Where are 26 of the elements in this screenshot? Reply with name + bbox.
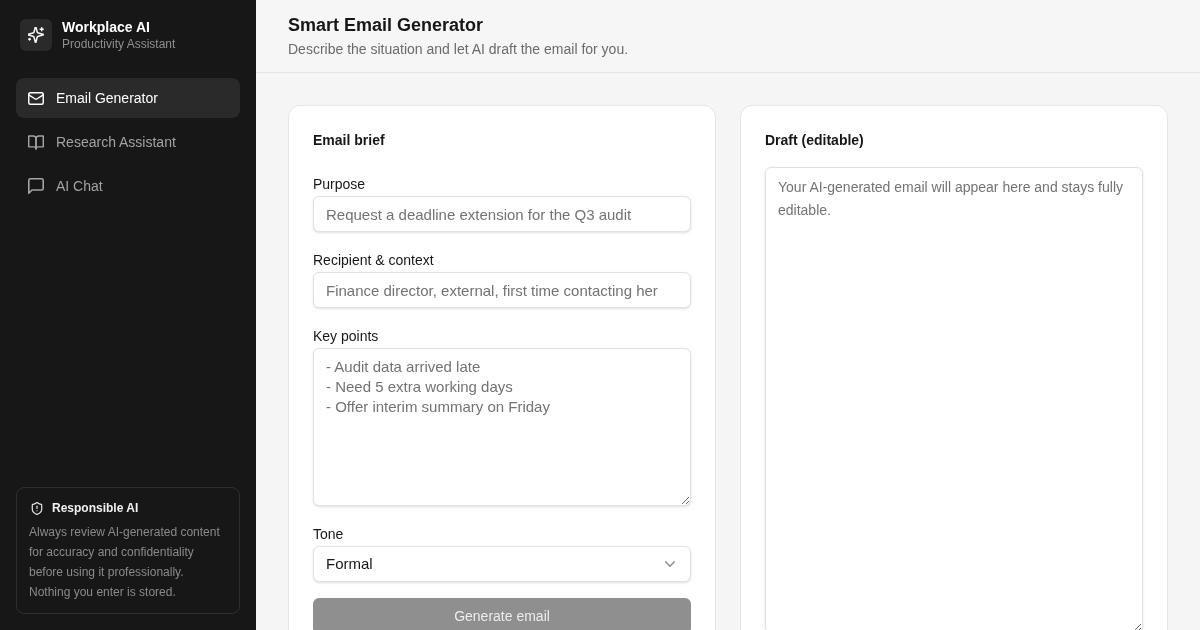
chevron-down-icon — [665, 561, 675, 567]
nav-item[interactable]: AI Chat — [16, 166, 240, 206]
brand-title: Workplace AI — [62, 18, 151, 36]
page-title: Smart Email Generator — [288, 14, 485, 37]
book-icon — [28, 134, 44, 150]
sparkles-icon — [20, 19, 52, 51]
field-label: Recipient & context — [313, 251, 435, 270]
text-input[interactable]: Request a deadline extension for the Q3 audit — [313, 196, 691, 232]
card-title: Email brief — [313, 131, 386, 150]
tone-select[interactable]: Formal — [313, 546, 691, 582]
nav-item[interactable]: Email Generator — [16, 78, 240, 118]
field-label: Tone — [313, 525, 345, 544]
notice-text: Always review AI-generated content for accuracy and confidentiality before using it professionally. Nothing you enter is stored. — [29, 524, 221, 601]
page-subtitle: Describe the situation and let AI draft the email for you. — [288, 40, 630, 59]
nav-item[interactable]: Research Assistant — [16, 122, 240, 162]
field-label: Purpose — [313, 175, 367, 194]
brand-subtitle: Productivity Assistant — [62, 36, 176, 52]
chat-icon — [28, 178, 44, 194]
card-title: Draft (editable) — [765, 131, 865, 150]
mail-icon — [28, 91, 44, 105]
key-points-textarea[interactable]: - Audit data arrived late - Need 5 extra working days - Offer interim summary on Friday — [313, 348, 691, 506]
draft-textarea[interactable]: Your AI-generated email will appear here and stays fully editable. — [765, 167, 1143, 630]
shield-icon — [31, 501, 43, 515]
notice-title: Responsible AI — [52, 500, 139, 516]
field-label: Key points — [313, 327, 380, 346]
text-input[interactable]: Finance director, external, first time contacting her — [313, 272, 691, 308]
